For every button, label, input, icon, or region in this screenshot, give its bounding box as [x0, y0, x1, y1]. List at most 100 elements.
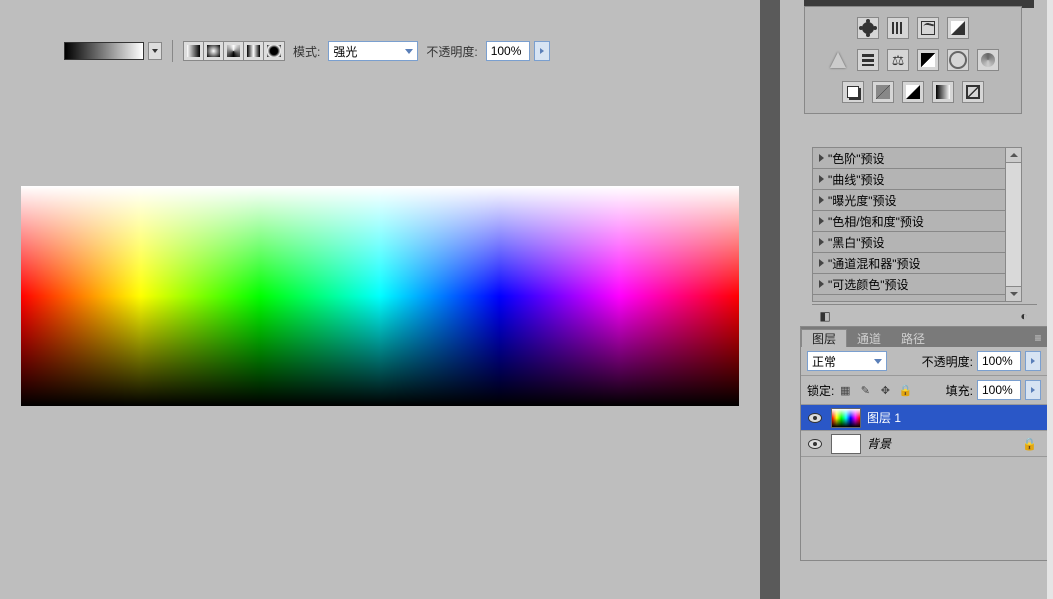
- layer-options-row2: 锁定: ▦ ✎ ✥ 🔒 填充: 100%: [801, 376, 1047, 405]
- photo-filter-icon[interactable]: [947, 49, 969, 71]
- layer-options-row1: 正常 不透明度: 100%: [801, 347, 1047, 376]
- brightness-contrast-icon[interactable]: [857, 17, 879, 39]
- fill-value: 100%: [982, 383, 1013, 397]
- layer-opacity-spin-button[interactable]: [1025, 351, 1041, 371]
- invert-icon[interactable]: [842, 81, 864, 103]
- preset-item-channel-mixer[interactable]: "通道混和器"预设: [813, 253, 1005, 274]
- canvas-area: 模式: 强光 不透明度: 100%: [0, 0, 760, 599]
- fill-label: 填充:: [946, 382, 973, 399]
- triangle-right-icon: [819, 175, 824, 183]
- preset-item-bw[interactable]: "黑白"预设: [813, 232, 1005, 253]
- preset-scrollbar[interactable]: [1006, 147, 1022, 302]
- blend-mode-value: 强光: [333, 43, 357, 60]
- layer-blend-value: 正常: [812, 353, 836, 370]
- preset-label: "黑白"预设: [828, 234, 885, 251]
- black-white-icon[interactable]: [917, 49, 939, 71]
- document-canvas[interactable]: [21, 186, 739, 406]
- gradient-reflected-button[interactable]: [244, 42, 264, 60]
- scroll-down-button[interactable]: [1006, 286, 1021, 301]
- preset-label: "曲线"预设: [828, 171, 885, 188]
- opacity-spin-button[interactable]: [534, 41, 550, 61]
- opacity-label: 不透明度:: [426, 43, 477, 60]
- gradient-map-icon[interactable]: [932, 81, 954, 103]
- panel-tabs: 图层 通道 路径 ≡: [801, 327, 1047, 347]
- layer-thumbnail[interactable]: [831, 408, 861, 428]
- preset-label: "色阶"预设: [828, 150, 885, 167]
- gradient-angle-button[interactable]: [224, 42, 244, 60]
- color-balance-icon[interactable]: [887, 49, 909, 71]
- preset-list: "色阶"预设 "曲线"预设 "曝光度"预设 "色相/饱和度"预设 "黑白"预设 …: [812, 147, 1006, 302]
- right-scrollbar[interactable]: [1047, 0, 1053, 599]
- adjustment-eye-icon[interactable]: ◐: [1015, 308, 1033, 324]
- curves-icon[interactable]: [917, 17, 939, 39]
- layer-opacity-label: 不透明度:: [922, 353, 973, 370]
- layer-list: 图层 1 背景 🔒: [801, 405, 1047, 560]
- selective-color-icon[interactable]: [962, 81, 984, 103]
- fill-input[interactable]: 100%: [977, 380, 1021, 400]
- lock-icon: 🔒: [1022, 437, 1037, 451]
- triangle-right-icon: [819, 217, 824, 225]
- layer-opacity-value: 100%: [982, 354, 1013, 368]
- preset-item-selective-color[interactable]: "可选颜色"预设: [813, 274, 1005, 295]
- lock-all-icon[interactable]: 🔒: [898, 383, 912, 397]
- lock-buttons: ▦ ✎ ✥ 🔒: [838, 383, 912, 397]
- layers-panel: 图层 通道 路径 ≡ 正常 不透明度: 100% 锁定: ▦ ✎ ✥ 🔒: [800, 326, 1048, 561]
- gradient-preview[interactable]: [64, 42, 144, 60]
- opacity-input[interactable]: 100%: [486, 41, 530, 61]
- layer-thumbnail[interactable]: [831, 434, 861, 454]
- preset-label: "曝光度"预设: [828, 192, 897, 209]
- preset-item-levels[interactable]: "色阶"预设: [813, 148, 1005, 169]
- tab-paths[interactable]: 路径: [891, 329, 935, 347]
- panel-menu-button[interactable]: ≡: [1029, 329, 1047, 347]
- triangle-right-icon: [819, 259, 824, 267]
- layer-blend-select[interactable]: 正常: [807, 351, 887, 371]
- triangle-right-icon: [819, 196, 824, 204]
- separator: [172, 40, 173, 62]
- visibility-eye-icon[interactable]: [808, 439, 822, 449]
- blend-mode-select[interactable]: 强光: [328, 41, 418, 61]
- lock-position-icon[interactable]: ✥: [878, 383, 892, 397]
- chevron-down-icon: [405, 49, 413, 54]
- levels-icon[interactable]: [887, 17, 909, 39]
- layer-row[interactable]: 图层 1: [801, 405, 1047, 431]
- fill-spin-button[interactable]: [1025, 380, 1041, 400]
- layer-opacity-input[interactable]: 100%: [977, 351, 1021, 371]
- posterize-icon[interactable]: [872, 81, 894, 103]
- lock-transparency-icon[interactable]: ▦: [838, 383, 852, 397]
- options-bar: 模式: 强光 不透明度: 100%: [64, 38, 550, 64]
- lock-label: 锁定:: [807, 382, 834, 399]
- chevron-down-icon: [874, 359, 882, 364]
- gradient-type-group: [183, 41, 285, 61]
- gradient-radial-button[interactable]: [204, 42, 224, 60]
- scroll-up-button[interactable]: [1006, 148, 1021, 163]
- gradient-diamond-button[interactable]: [264, 42, 284, 60]
- exposure-icon[interactable]: [947, 17, 969, 39]
- tab-layers[interactable]: 图层: [801, 329, 847, 347]
- hue-saturation-icon[interactable]: [857, 49, 879, 71]
- adjustments-panel: [804, 6, 1022, 114]
- triangle-right-icon: [819, 280, 824, 288]
- preset-container: "色阶"预设 "曲线"预设 "曝光度"预设 "色相/饱和度"预设 "黑白"预设 …: [812, 147, 1022, 302]
- panel-footer-icons: ◧ ◐: [812, 304, 1037, 326]
- preset-item-hue-sat[interactable]: "色相/饱和度"预设: [813, 211, 1005, 232]
- preset-item-exposure[interactable]: "曝光度"预设: [813, 190, 1005, 211]
- opacity-value: 100%: [491, 44, 522, 58]
- layer-name: 背景: [867, 435, 891, 452]
- lock-pixels-icon[interactable]: ✎: [858, 383, 872, 397]
- panel-divider[interactable]: [760, 0, 780, 599]
- vibrance-icon[interactable]: [827, 49, 849, 71]
- channel-mixer-icon[interactable]: [977, 49, 999, 71]
- preset-label: "色相/饱和度"预设: [828, 213, 924, 230]
- threshold-icon[interactable]: [902, 81, 924, 103]
- gradient-linear-button[interactable]: [184, 42, 204, 60]
- tab-channels[interactable]: 通道: [847, 329, 891, 347]
- preset-item-curves[interactable]: "曲线"预设: [813, 169, 1005, 190]
- gradient-dropdown-button[interactable]: [148, 42, 162, 60]
- layer-name: 图层 1: [867, 409, 901, 426]
- right-panels: "色阶"预设 "曲线"预设 "曝光度"预设 "色相/饱和度"预设 "黑白"预设 …: [780, 0, 1053, 599]
- layer-row[interactable]: 背景 🔒: [801, 431, 1047, 457]
- visibility-eye-icon[interactable]: [808, 413, 822, 423]
- adjustment-clip-icon[interactable]: ◧: [816, 308, 834, 324]
- mode-label: 模式:: [293, 43, 320, 60]
- preset-label: "通道混和器"预设: [828, 255, 921, 272]
